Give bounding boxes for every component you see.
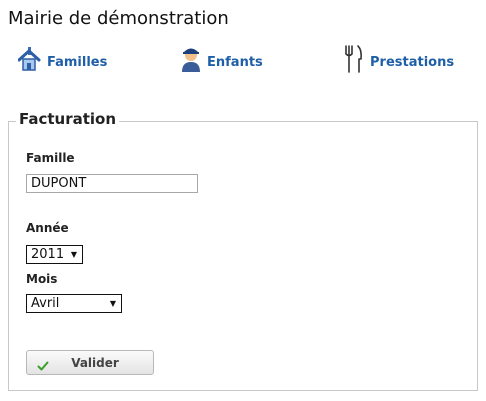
mois-label: Mois [26, 272, 58, 286]
child-icon [178, 44, 206, 74]
annee-label: Année [26, 221, 69, 235]
famille-input[interactable] [26, 174, 198, 193]
nav-label-familles: Familles [47, 55, 108, 70]
facturation-legend: Facturation [16, 110, 120, 128]
nav-item-prestations[interactable]: Prestations [341, 40, 454, 74]
fork-knife-icon [341, 44, 369, 74]
nav-label-enfants: Enfants [207, 55, 263, 70]
annee-select-value: 2011 [31, 247, 65, 262]
mois-select-value: Avril [31, 296, 60, 311]
valider-button[interactable]: Valider [26, 350, 154, 375]
nav-item-familles[interactable]: Familles [17, 40, 108, 74]
page-title: Mairie de démonstration [8, 8, 229, 29]
valider-button-label: Valider [71, 355, 119, 370]
famille-label: Famille [26, 151, 75, 165]
mois-select[interactable]: Avril ▼ [26, 294, 122, 313]
chevron-down-icon: ▼ [109, 299, 116, 308]
annee-select[interactable]: 2011 ▼ [26, 245, 83, 264]
nav-label-prestations: Prestations [370, 55, 455, 70]
house-icon [17, 44, 46, 74]
nav-item-enfants[interactable]: Enfants [178, 40, 263, 74]
chevron-down-icon: ▼ [70, 250, 77, 259]
checkmark-icon [37, 357, 49, 370]
